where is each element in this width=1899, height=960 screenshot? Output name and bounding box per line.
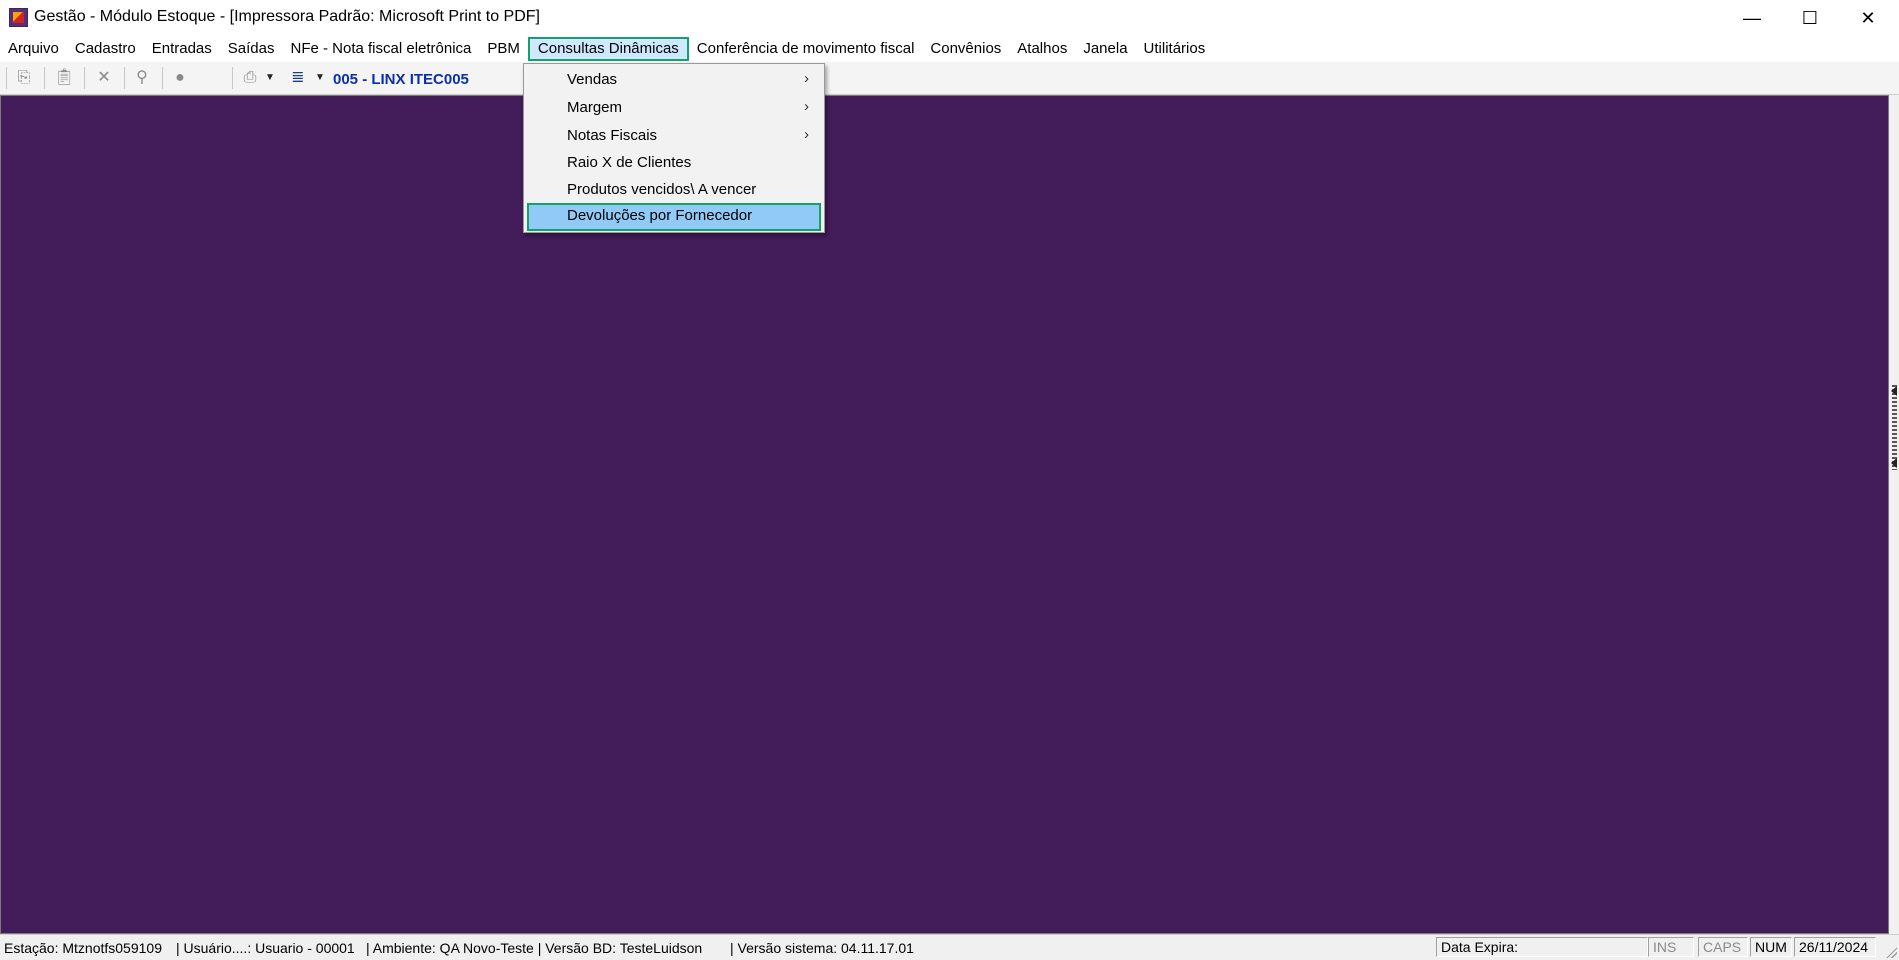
close-button[interactable]: ✕ bbox=[1839, 0, 1897, 36]
status-num: NUM bbox=[1750, 937, 1792, 957]
menu-item-raio-x-clientes[interactable]: Raio X de Clientes bbox=[527, 150, 821, 176]
menu-item-devolucoes-fornecedor[interactable]: Devoluções por Fornecedor bbox=[527, 203, 821, 231]
menu-atalhos[interactable]: Atalhos bbox=[1009, 37, 1075, 61]
menu-cadastro[interactable]: Cadastro bbox=[67, 37, 144, 61]
menu-pbm[interactable]: PBM bbox=[479, 37, 528, 61]
status-estacao: Estação: Mtznotfs059109 bbox=[4, 940, 162, 956]
app-logo-icon bbox=[9, 8, 28, 27]
status-usuario: | Usuário....: Usuario - 00001 bbox=[176, 940, 355, 956]
menu-janela[interactable]: Janela bbox=[1075, 37, 1135, 61]
status-data-expira: Data Expira: bbox=[1436, 937, 1648, 957]
menu-item-margem[interactable]: Margem › bbox=[527, 95, 821, 121]
resize-grip-icon[interactable] bbox=[1885, 946, 1897, 958]
menu-item-label: Produtos vencidos\ A vencer bbox=[567, 181, 757, 198]
chevron-right-icon: › bbox=[804, 126, 809, 143]
menu-saidas[interactable]: Saídas bbox=[220, 37, 283, 61]
maximize-button[interactable]: ☐ bbox=[1781, 0, 1839, 36]
menu-item-label: Margem bbox=[567, 99, 623, 116]
minimize-button[interactable]: — bbox=[1723, 0, 1781, 36]
status-ambiente: | Ambiente: QA Novo-Teste | Versão BD: T… bbox=[366, 940, 703, 956]
search-icon[interactable]: ⚲ bbox=[132, 68, 152, 88]
status-ins: INS bbox=[1648, 937, 1694, 957]
delete-icon[interactable]: ✕ bbox=[94, 68, 114, 88]
chevron-right-icon: › bbox=[804, 98, 809, 115]
menu-item-label: Devoluções por Fornecedor bbox=[567, 207, 753, 224]
mdi-workspace bbox=[0, 95, 1889, 934]
menu-conferencia[interactable]: Conferência de movimento fiscal bbox=[689, 37, 923, 61]
collapse-arrow-icon[interactable] bbox=[1891, 386, 1897, 396]
menu-item-label: Notas Fiscais bbox=[567, 127, 658, 144]
menu-item-label: Raio X de Clientes bbox=[567, 154, 692, 171]
consultas-dinamicas-dropdown: Vendas › Margem › Notas Fiscais › Raio X… bbox=[523, 63, 825, 233]
dropdown-arrow-icon[interactable]: ▼ bbox=[314, 68, 326, 88]
collapse-arrow-icon[interactable] bbox=[1891, 458, 1897, 468]
toolbar: ⎘ 📋︎ ✕ ⚲ ● ⎙ ▼ ≣ ▼ 005 - LINX ITEC005 bbox=[0, 62, 1899, 95]
list-icon[interactable]: ≣ bbox=[288, 68, 308, 88]
chevron-right-icon: › bbox=[804, 70, 809, 87]
side-panel-edge bbox=[1889, 95, 1899, 934]
status-bar: Estação: Mtznotfs059109 | Usuário....: U… bbox=[0, 934, 1899, 960]
print-icon[interactable]: ⎙ bbox=[240, 68, 260, 88]
record-icon[interactable]: ● bbox=[170, 68, 190, 88]
menu-convenios[interactable]: Convênios bbox=[922, 37, 1009, 61]
paste-icon[interactable]: 📋︎ bbox=[54, 68, 74, 88]
menu-item-notas-fiscais[interactable]: Notas Fiscais › bbox=[527, 123, 821, 149]
menu-entradas[interactable]: Entradas bbox=[144, 37, 220, 61]
status-versao: | Versão sistema: 04.11.17.01 bbox=[730, 940, 914, 956]
menu-bar: Arquivo Cadastro Entradas Saídas NFe - N… bbox=[0, 36, 1899, 63]
copy-icon[interactable]: ⎘ bbox=[14, 68, 34, 88]
menu-item-label: Vendas bbox=[567, 71, 618, 88]
title-bar: Gestão - Módulo Estoque - [Impressora Pa… bbox=[0, 0, 1899, 36]
dropdown-arrow-icon[interactable]: ▼ bbox=[264, 68, 276, 88]
window-title: Gestão - Módulo Estoque - [Impressora Pa… bbox=[34, 8, 540, 25]
company-label: 005 - LINX ITEC005 bbox=[333, 71, 469, 88]
menu-item-produtos-vencidos[interactable]: Produtos vencidos\ A vencer bbox=[527, 177, 821, 203]
menu-utilitarios[interactable]: Utilitários bbox=[1136, 37, 1214, 61]
menu-consultas-dinamicas[interactable]: Consultas Dinâmicas bbox=[527, 37, 689, 61]
menu-nfe[interactable]: NFe - Nota fiscal eletrônica bbox=[282, 37, 479, 61]
status-date: 26/11/2024 bbox=[1794, 937, 1876, 957]
status-caps: CAPS bbox=[1698, 937, 1748, 957]
menu-arquivo[interactable]: Arquivo bbox=[0, 37, 67, 61]
menu-item-vendas[interactable]: Vendas › bbox=[527, 67, 821, 93]
